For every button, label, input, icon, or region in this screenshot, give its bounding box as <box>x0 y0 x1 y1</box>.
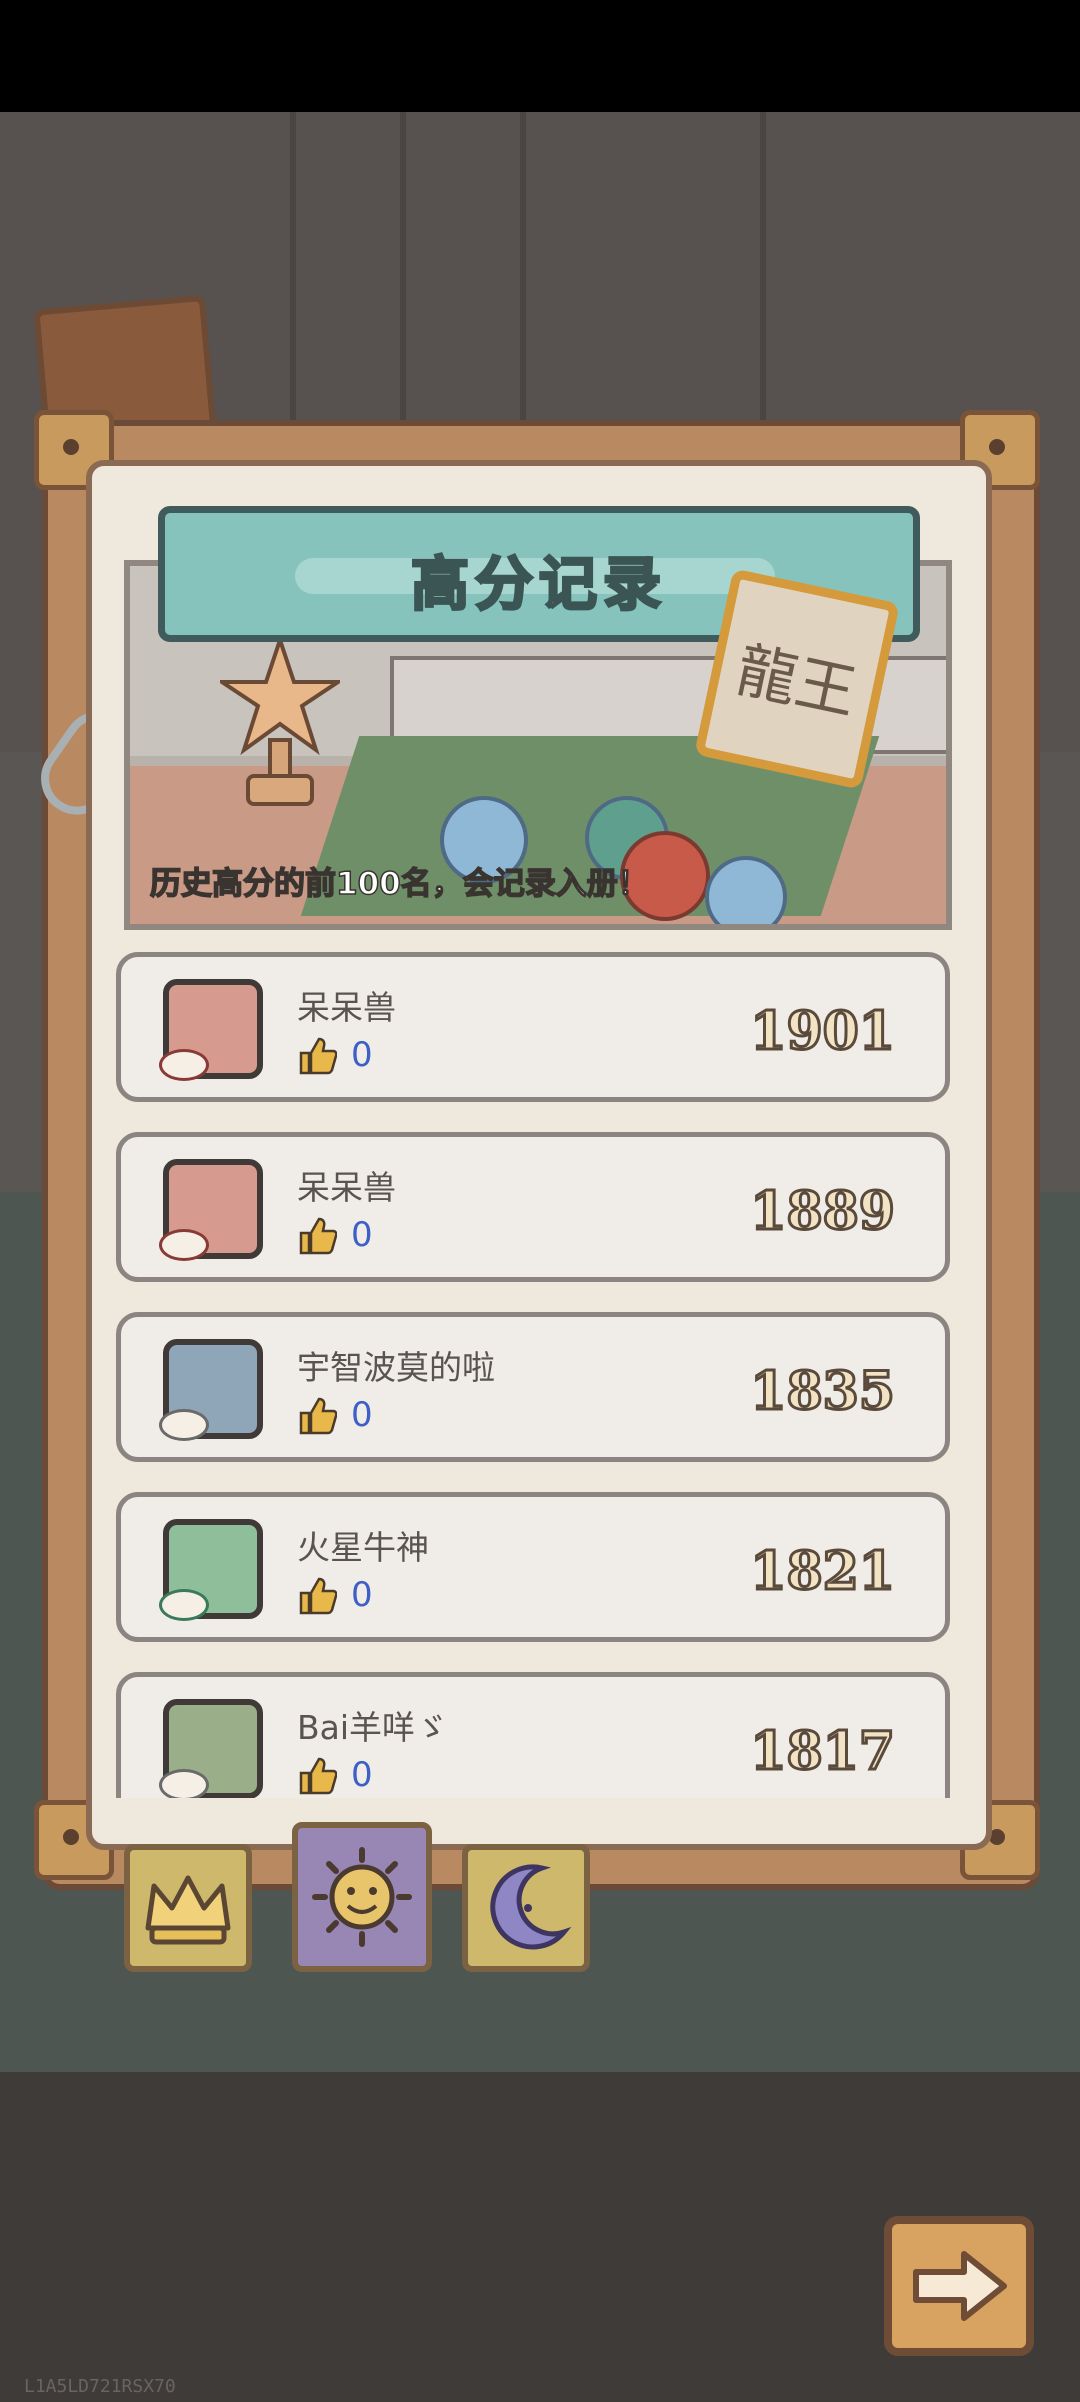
player-name: 呆呆兽 <box>297 1168 396 1207</box>
avatar[interactable] <box>159 1699 263 1798</box>
like-count: 0 <box>351 1035 373 1075</box>
avatar[interactable] <box>159 979 263 1081</box>
eye-icon <box>159 1049 209 1081</box>
avatar[interactable] <box>159 1519 263 1621</box>
sun-icon <box>312 1847 412 1947</box>
thumbs-up-icon[interactable] <box>297 1035 337 1075</box>
moon-icon <box>490 1864 572 1950</box>
next-arrow-button[interactable] <box>884 2216 1034 2356</box>
arrow-right-icon <box>913 2251 1007 2321</box>
record-row[interactable]: 呆呆兽 0 1889 <box>116 1132 950 1282</box>
thumbs-up-icon[interactable] <box>297 1215 337 1255</box>
eye-icon <box>159 1409 209 1441</box>
avatar[interactable] <box>159 1339 263 1441</box>
tab-moon[interactable] <box>462 1844 590 1972</box>
record-list[interactable]: 呆呆兽 0 1901 呆呆兽 0 1889 宇智波莫的啦 0 1835 火星牛神… <box>116 952 950 1798</box>
score: 1821 <box>749 1540 897 1604</box>
eye-icon <box>159 1769 209 1798</box>
like-count: 0 <box>351 1575 373 1615</box>
badge-text: 龍王 <box>730 635 863 729</box>
player-name: 火星牛神 <box>297 1528 429 1567</box>
avatar[interactable] <box>159 1159 263 1261</box>
like-count: 0 <box>351 1215 373 1255</box>
thumbs-up-icon[interactable] <box>297 1755 337 1795</box>
like-count: 0 <box>351 1755 373 1795</box>
tab-crown[interactable] <box>124 1844 252 1972</box>
player-name: 呆呆兽 <box>297 988 396 1027</box>
score: 1901 <box>749 1000 897 1064</box>
record-row[interactable]: Bai羊咩ゞ 0 1817 <box>116 1672 950 1798</box>
player-name: Bai羊咩ゞ <box>297 1708 449 1747</box>
score: 1817 <box>749 1720 897 1784</box>
record-row[interactable]: 呆呆兽 0 1901 <box>116 952 950 1102</box>
tab-sun[interactable] <box>292 1822 432 1972</box>
score: 1835 <box>749 1360 897 1424</box>
watermark: L1A5LD721RSX70 <box>24 2376 176 2397</box>
trophy-star-icon <box>220 640 340 806</box>
crown-icon <box>145 1875 231 1945</box>
thumbs-up-icon[interactable] <box>297 1395 337 1435</box>
status-bar <box>0 0 1080 112</box>
eye-icon <box>159 1229 209 1261</box>
eye-icon <box>159 1589 209 1621</box>
record-row[interactable]: 火星牛神 0 1821 <box>116 1492 950 1642</box>
score: 1889 <box>749 1180 897 1244</box>
player-name: 宇智波莫的啦 <box>297 1348 495 1387</box>
record-row[interactable]: 宇智波莫的啦 0 1835 <box>116 1312 950 1462</box>
subtitle: 历史高分的前100名，会记录入册！ <box>149 865 649 903</box>
thumbs-up-icon[interactable] <box>297 1575 337 1615</box>
like-count: 0 <box>351 1395 373 1435</box>
